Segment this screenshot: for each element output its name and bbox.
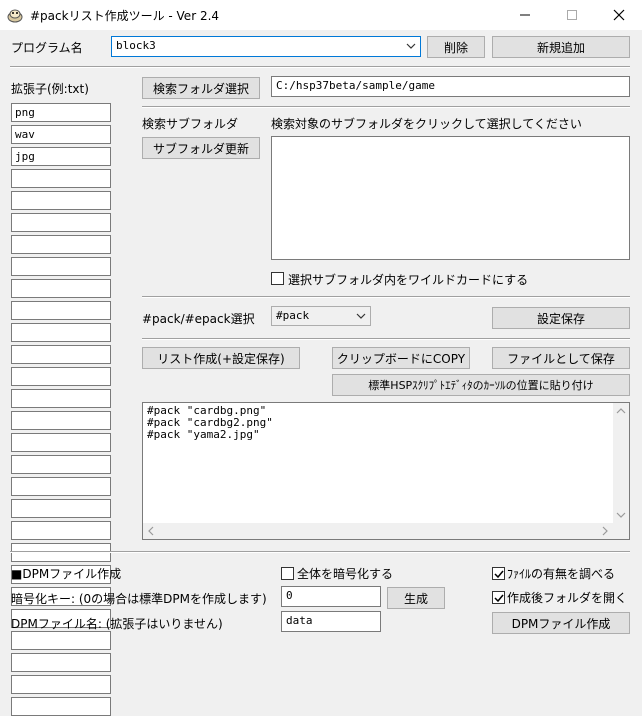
output-lines: #pack "cardbg.png" #pack "cardbg2.png" #pa… — [147, 405, 273, 441]
extension-input[interactable] — [11, 279, 111, 298]
new-program-button[interactable]: 新規追加 — [492, 36, 630, 58]
scroll-right-icon — [602, 526, 608, 536]
vertical-scrollbar[interactable] — [613, 403, 629, 523]
output-line: #pack "yama2.jpg" — [147, 428, 260, 441]
program-select[interactable]: block3 — [111, 36, 421, 57]
update-subfolders-button[interactable]: サブフォルダ更新 — [142, 137, 260, 159]
extension-input[interactable] — [11, 631, 111, 650]
save-settings-button[interactable]: 設定保存 — [492, 307, 630, 329]
encryption-key-label: 暗号化キー: (0の場合は標準DPMを作成します) — [11, 592, 267, 606]
extension-input[interactable] — [11, 257, 111, 276]
extension-input[interactable] — [11, 367, 111, 386]
extension-input[interactable] — [11, 675, 111, 694]
chevron-down-icon — [405, 39, 417, 53]
extension-input[interactable] — [11, 235, 111, 254]
extension-input[interactable]: wav — [11, 125, 111, 144]
close-icon[interactable] — [596, 0, 642, 30]
select-search-folder-button[interactable]: 検索フォルダ選択 — [142, 77, 260, 99]
check-exists-label: ﾌｧｲﾙの有無を調べる — [507, 567, 616, 581]
make-list-button[interactable]: リスト作成(+設定保存) — [142, 347, 300, 369]
save-as-file-button[interactable]: ファイルとして保存 — [492, 347, 630, 369]
extension-input[interactable] — [11, 345, 111, 364]
output-textarea[interactable]: #pack "cardbg.png" #pack "cardbg2.png" #pa… — [142, 402, 630, 540]
extension-input[interactable] — [11, 499, 111, 518]
subfolder-label: 検索サブフォルダ — [142, 117, 239, 131]
pack-selected-value: #pack — [276, 309, 310, 322]
open-folder-checkbox[interactable] — [492, 591, 505, 604]
maximize-icon[interactable] — [549, 0, 595, 30]
extension-input[interactable] — [11, 697, 111, 716]
extension-input[interactable]: png — [11, 103, 111, 122]
search-folder-path-input[interactable]: C:/hsp37beta/sample/game — [271, 76, 630, 97]
chevron-down-icon — [355, 309, 367, 323]
dpm-filename-input[interactable]: data — [281, 611, 381, 632]
window-title: #packリスト作成ツール - Ver 2.4 — [30, 9, 220, 23]
delete-button[interactable]: 削除 — [427, 36, 485, 58]
scroll-left-icon — [148, 526, 154, 536]
pack-label: #pack/#epack選択 — [142, 312, 255, 326]
create-dpm-button[interactable]: DPMファイル作成 — [492, 612, 630, 634]
pack-select[interactable]: #pack — [271, 306, 371, 326]
paste-to-editor-button[interactable]: 標準HSPｽｸﾘﾌﾟﾄｴﾃﾞｨﾀのｶｰｿﾙの位置に貼り付け — [332, 374, 630, 396]
extension-input[interactable] — [11, 323, 111, 342]
extension-input[interactable] — [11, 433, 111, 452]
extension-input[interactable] — [11, 653, 111, 672]
generate-key-button[interactable]: 生成 — [387, 587, 445, 609]
encryption-key-input[interactable]: 0 — [281, 586, 381, 607]
checkmark-icon — [494, 570, 504, 579]
extension-input[interactable] — [11, 169, 111, 188]
encrypt-all-checkbox[interactable] — [281, 567, 294, 580]
extension-input[interactable] — [11, 301, 111, 320]
copy-clipboard-button[interactable]: クリップボードにCOPY — [332, 347, 470, 369]
checkmark-icon — [494, 594, 504, 603]
extension-input[interactable] — [11, 213, 111, 232]
horizontal-scrollbar[interactable] — [143, 523, 613, 539]
extension-input[interactable] — [11, 191, 111, 210]
extension-input[interactable]: jpg — [11, 147, 111, 166]
scroll-corner — [613, 523, 629, 539]
divider — [142, 338, 630, 340]
minimize-icon[interactable] — [502, 0, 548, 30]
divider — [10, 551, 630, 553]
open-folder-label: 作成後フォルダを開く — [507, 591, 628, 605]
divider — [142, 296, 630, 298]
extension-input[interactable] — [11, 389, 111, 408]
dpm-filename-label: DPMファイル名: (拡張子はいりません) — [11, 617, 223, 631]
extensions-label: 拡張子(例:txt) — [11, 82, 89, 96]
extension-input[interactable] — [11, 477, 111, 496]
title-bar[interactable]: #packリスト作成ツール - Ver 2.4 — [0, 0, 642, 30]
extension-input[interactable] — [11, 521, 111, 540]
scroll-up-icon — [616, 408, 626, 414]
app-icon — [6, 6, 24, 24]
dpm-section-label: ■DPMファイル作成 — [11, 567, 122, 581]
program-selected-value: block3 — [116, 39, 156, 52]
divider — [10, 66, 630, 68]
wildcard-checkbox[interactable] — [271, 272, 284, 285]
extension-input[interactable] — [11, 411, 111, 430]
encrypt-all-label: 全体を暗号化する — [297, 567, 394, 581]
subfolder-listbox[interactable] — [271, 136, 630, 260]
program-label: プログラム名 — [11, 41, 83, 55]
scroll-down-icon — [616, 512, 626, 518]
extension-input[interactable] — [11, 455, 111, 474]
wildcard-label: 選択サブフォルダ内をワイルドカードにする — [288, 273, 529, 287]
divider — [142, 106, 630, 108]
subfolder-hint: 検索対象のサブフォルダをクリックして選択してください — [271, 117, 582, 131]
check-exists-checkbox[interactable] — [492, 567, 505, 580]
